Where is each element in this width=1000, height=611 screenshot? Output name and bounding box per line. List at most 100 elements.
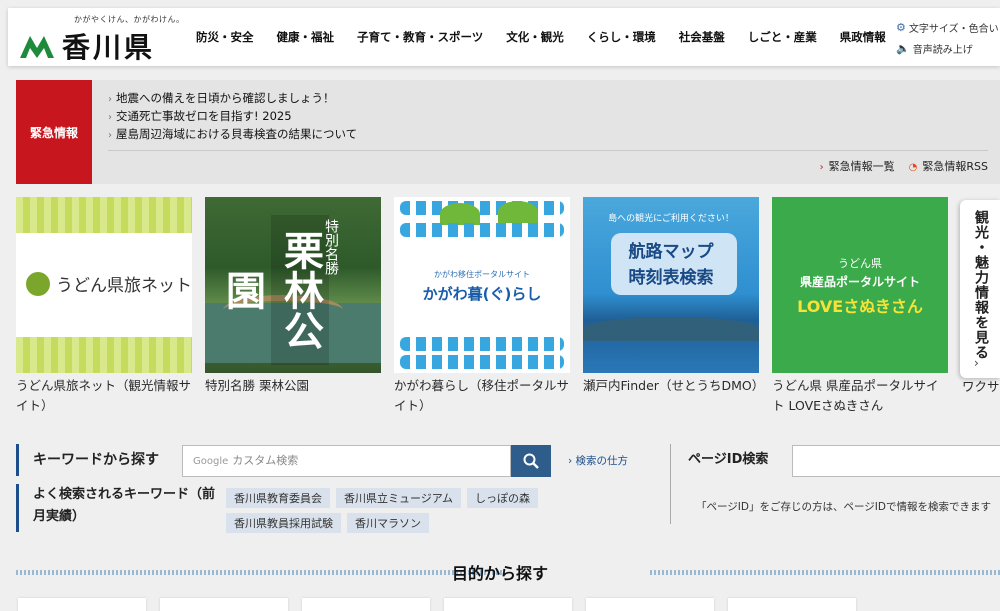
speaker-icon: 🔈 <box>896 42 910 55</box>
emergency-links: › 緊急情報一覧 ◔ 緊急情報RSS <box>806 158 988 174</box>
chevron-right-icon: › <box>974 356 979 370</box>
emergency-list: › 地震への備えを日頃から確認しましょう！ › 交通死亡事故ゼロを目指す! 2025… <box>108 89 357 143</box>
keyword-tag[interactable]: しっぽの森 <box>467 488 539 508</box>
udon-logo-text: うどん県旅ネット <box>56 276 192 296</box>
banner-caption-partial[interactable]: ワクサ <box>962 376 1000 395</box>
emergency-label: 緊急情報 <box>16 80 92 184</box>
banner-caption[interactable]: うどん県旅ネット（観光情報サイト） <box>16 376 192 416</box>
search-placeholder-brand: Google <box>193 456 229 467</box>
banner-stripe <box>16 337 192 373</box>
setouchi-title-line: 時刻表検索 <box>628 268 714 288</box>
kagawa-subtitle: かがわ移住ポータルサイト <box>434 270 530 279</box>
purpose-card[interactable] <box>302 598 430 611</box>
banner-caption[interactable]: かがわ暮らし（移住ポータルサイト） <box>394 376 570 416</box>
rss-icon: ◔ <box>908 162 918 173</box>
banner-ritsurin: 栗林公園 特別名勝 特別名勝 栗林公園 <box>205 197 381 396</box>
prefecture-emblem-icon <box>20 36 54 58</box>
search-icon <box>523 453 539 469</box>
sanuki-subtitle: うどん県 <box>838 257 882 270</box>
banner-image-ritsurin[interactable]: 栗林公園 特別名勝 <box>205 197 381 373</box>
wave-decoration <box>400 337 564 351</box>
chevron-right-icon: › <box>108 94 112 105</box>
banner-image-love-sanuki[interactable]: うどん県 県産品ポータルサイト LOVEさぬきさん <box>772 197 948 373</box>
nav-item-life[interactable]: くらし・環境 <box>587 29 656 45</box>
global-nav: 防災・安全 健康・福祉 子育て・教育・スポーツ 文化・観光 くらし・環境 社会基… <box>196 8 909 66</box>
side-tab-label: 観光・魅力情報を見る <box>973 210 989 360</box>
banner-stripe <box>16 197 192 233</box>
setouchi-island <box>583 317 759 341</box>
purpose-card[interactable] <box>586 598 714 611</box>
banner-caption[interactable]: 特別名勝 栗林公園 <box>205 376 381 396</box>
gear-icon: ⚙ <box>896 21 906 34</box>
banner-setouchi-finder: 島への観光にご利用ください！ 航路マップ 時刻表検索 瀬戸内Finder（せとう… <box>583 197 764 396</box>
banner-kagawa-gurashi: かがわ移住ポータルサイト かがわ暮(ぐ)らし かがわ暮らし（移住ポータルサイト） <box>394 197 570 416</box>
nav-item-disaster[interactable]: 防災・安全 <box>196 29 254 45</box>
section-divider <box>670 444 671 524</box>
udon-tabi-logo: うどん県旅ネット <box>26 271 192 296</box>
purpose-cards <box>18 598 870 611</box>
setouchi-title: 航路マップ 時刻表検索 <box>583 239 759 291</box>
page-id-search-heading: ページID検索 <box>688 452 769 467</box>
banner-caption[interactable]: 瀬戸内Finder（せとうちDMO） <box>583 376 764 396</box>
kagawa-title: かがわ暮(ぐ)らし <box>422 285 542 303</box>
sanuki-love: LOVEさぬきさん <box>797 297 923 316</box>
text-size-color-label: 文字サイズ・色合い <box>908 24 999 35</box>
text-size-color-button[interactable]: ⚙ 文字サイズ・色合い <box>896 20 999 35</box>
island-decoration <box>498 201 538 223</box>
site-header: かがやくけん、かがわけん。 香川県 防災・安全 健康・福祉 子育て・教育・スポー… <box>8 8 1000 66</box>
page-id-input[interactable] <box>792 445 1000 477</box>
keyword-tag[interactable]: 香川県教員採用試験 <box>226 513 341 533</box>
banner-image-setouchi-finder[interactable]: 島への観光にご利用ください！ 航路マップ 時刻表検索 <box>583 197 759 373</box>
emergency-list-link[interactable]: › 緊急情報一覧 <box>820 158 895 174</box>
emergency-panel: 緊急情報 › 地震への備えを日頃から確認しましょう！ › 交通死亡事故ゼロを目指す!… <box>16 80 1000 184</box>
read-aloud-label: 音声読み上げ <box>912 45 973 56</box>
search-button[interactable] <box>511 445 551 477</box>
search-help-link[interactable]: › 検索の仕方 <box>568 453 628 468</box>
banner-image-udon-tabi[interactable]: うどん県旅ネット <box>16 197 192 373</box>
wave-decoration <box>400 355 564 369</box>
udon-logo-icon <box>26 271 50 296</box>
read-aloud-button[interactable]: 🔈 音声読み上げ <box>896 41 999 56</box>
nav-item-industry[interactable]: しごと・産業 <box>748 29 817 45</box>
island-decoration <box>440 203 480 225</box>
emergency-divider <box>108 150 988 151</box>
nav-item-education[interactable]: 子育て・教育・スポーツ <box>357 29 483 45</box>
nav-item-government[interactable]: 県政情報 <box>840 29 886 45</box>
popular-keywords: 香川県教育委員会 香川県立ミュージアム しっぽの森香川県教員採用試験 香川マラソン <box>226 488 566 538</box>
chevron-right-icon: › <box>108 130 112 141</box>
purpose-card[interactable] <box>18 598 146 611</box>
nav-item-health[interactable]: 健康・福祉 <box>277 29 335 45</box>
nav-item-culture[interactable]: 文化・観光 <box>506 29 564 45</box>
search-section: キーワードから探す Google カスタム検索 › 検索の仕方 よく検索されるキー… <box>16 444 1000 534</box>
logo-tagline: かがやくけん、かがわけん。 <box>74 15 185 24</box>
heading-dash-decoration <box>650 570 1000 575</box>
wave-decoration <box>400 223 564 237</box>
emergency-item[interactable]: › 交通死亡事故ゼロを目指す! 2025 <box>108 107 357 125</box>
chevron-right-icon: › <box>108 112 112 123</box>
setouchi-top-text: 島への観光にご利用ください！ <box>608 214 734 224</box>
emergency-item[interactable]: › 地震への備えを日頃から確認しましょう！ <box>108 89 357 107</box>
nav-item-infrastructure[interactable]: 社会基盤 <box>679 29 725 45</box>
purpose-card[interactable] <box>444 598 572 611</box>
banner-love-sanuki: うどん県 県産品ポータルサイト LOVEさぬきさん うどん県 県産品ポータルサイ… <box>772 197 948 416</box>
chevron-right-icon: › <box>819 162 824 173</box>
tourism-side-tab[interactable]: 観光・魅力情報を見る › <box>960 200 1000 378</box>
logo-site-name: 香川県 <box>62 31 156 64</box>
emergency-rss-link[interactable]: ◔ 緊急情報RSS <box>909 158 988 174</box>
sanuki-title: 県産品ポータルサイト <box>799 275 920 289</box>
keyword-search-heading: キーワードから探す <box>16 444 159 476</box>
keyword-tag[interactable]: 香川県教育委員会 <box>226 488 330 508</box>
banner-image-kagawa-gurashi[interactable]: かがわ移住ポータルサイト かがわ暮(ぐ)らし <box>394 197 570 373</box>
keyword-tag[interactable]: 香川マラソン <box>347 513 429 533</box>
site-logo[interactable]: かがやくけん、かがわけん。 香川県 <box>18 14 184 64</box>
keyword-tag[interactable]: 香川県立ミュージアム <box>336 488 462 508</box>
banner-udon-tabi: うどん県旅ネット うどん県旅ネット（観光情報サイト） <box>16 197 192 416</box>
purpose-card[interactable] <box>160 598 288 611</box>
header-utilities: ⚙ 文字サイズ・色合い 🔈 音声読み上げ <box>896 20 999 62</box>
purpose-card[interactable] <box>728 598 856 611</box>
banner-caption[interactable]: うどん県 県産品ポータルサイト LOVEさぬきさん <box>772 376 948 416</box>
emergency-item[interactable]: › 屋島周辺海域における貝毒検査の結果について <box>108 125 357 143</box>
search-input[interactable]: Google カスタム検索 <box>182 445 511 477</box>
setouchi-title-line: 航路マップ <box>628 242 714 262</box>
wave-decoration <box>400 201 564 215</box>
